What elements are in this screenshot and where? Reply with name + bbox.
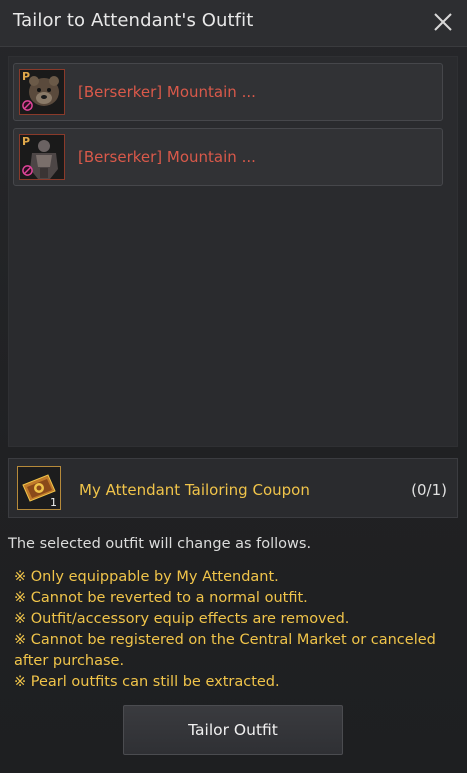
close-icon[interactable]: [431, 10, 455, 34]
outfit-name: [Berserker] Mountain ...: [78, 83, 256, 101]
pearl-badge: P: [22, 70, 31, 83]
bear-outfit-icon: P: [19, 69, 65, 115]
note-item: ※ Outfit/accessory equip effects are rem…: [14, 611, 350, 627]
tailor-outfit-button[interactable]: Tailor Outfit: [123, 705, 343, 755]
pearl-badge: P: [22, 135, 31, 148]
coupon-name: My Attendant Tailoring Coupon: [79, 481, 310, 499]
outfit-name: [Berserker] Mountain ...: [78, 148, 256, 166]
coupon-row: 1 My Attendant Tailoring Coupon (0/1): [8, 458, 458, 518]
note-item: ※ Only equippable by My Attendant.: [14, 569, 279, 585]
outfit-list-item[interactable]: P [Berserker] Mountain ...: [13, 63, 443, 121]
prohibited-icon: [22, 100, 33, 111]
notes-list: ※ Only equippable by My Attendant. ※ Can…: [14, 567, 460, 693]
coupon-icon: 1: [17, 466, 61, 510]
coupon-count-badge: 1: [50, 496, 57, 509]
change-description: The selected outfit will change as follo…: [8, 536, 312, 552]
armor-outfit-icon: P: [19, 134, 65, 180]
tailor-dialog: Tailor to Attendant's Outfit P [Berserke…: [0, 0, 467, 773]
coupon-progress: (0/1): [411, 481, 447, 499]
outfit-list-item[interactable]: P [Berserker] Mountain ...: [13, 128, 443, 186]
note-item: ※ Pearl outfits can still be extracted.: [14, 674, 280, 690]
note-item: ※ Cannot be reverted to a normal outfit.: [14, 590, 308, 606]
note-item: ※ Cannot be registered on the Central Ma…: [14, 632, 436, 669]
dialog-title: Tailor to Attendant's Outfit: [13, 10, 254, 31]
title-bar: Tailor to Attendant's Outfit: [0, 0, 467, 47]
prohibited-icon: [22, 165, 33, 176]
outfit-list: P [Berserker] Mountain ... P [Berserker]…: [8, 56, 458, 447]
